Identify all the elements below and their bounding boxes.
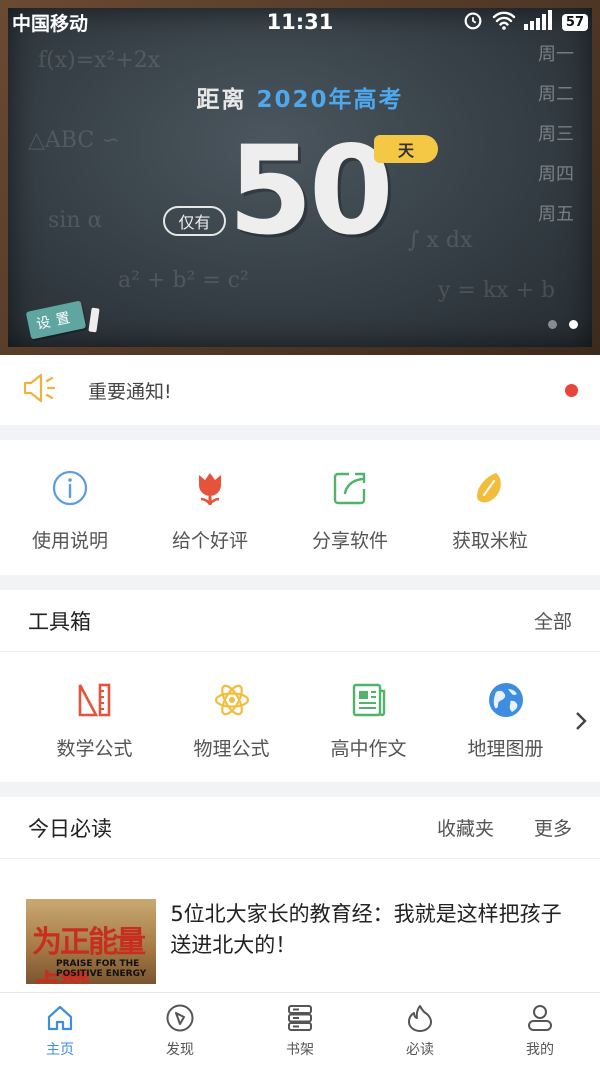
notice-bar[interactable]: 重要通知! <box>0 355 600 425</box>
rice-grain-icon <box>470 468 510 508</box>
tool-essays[interactable]: 高中作文 <box>300 652 437 761</box>
quick-action-rate[interactable]: 给个好评 <box>140 440 280 575</box>
article-item[interactable]: 为正能量点赞 PRAISE FOR THE POSITIVE ENERGY 5位… <box>0 859 600 984</box>
tulip-icon <box>190 468 230 508</box>
toolbox-section: 工具箱 全部 数学公式 物理公式 高中作文 地理图册 <box>0 590 600 782</box>
bookshelf-icon <box>283 1001 317 1035</box>
favorites-link[interactable]: 收藏夹 <box>437 814 494 841</box>
quick-action-label: 分享软件 <box>311 530 388 552</box>
quick-action-share[interactable]: 分享软件 <box>280 440 420 575</box>
quick-action-label: 使用说明 <box>31 530 108 552</box>
bottom-tab-bar: 主页 发现 书架 必读 我的 <box>0 992 600 1067</box>
weekday: 周四 <box>538 164 574 185</box>
tab-profile[interactable]: 我的 <box>480 993 600 1067</box>
daily-read-section: 今日必读 收藏夹 更多 为正能量点赞 PRAISE FOR THE POSITI… <box>0 797 600 992</box>
tool-label: 地理图册 <box>467 738 544 760</box>
tab-label: 书架 <box>286 1042 314 1058</box>
notice-text: 重要通知! <box>88 380 172 403</box>
carousel-dot-active[interactable] <box>569 320 578 329</box>
thumbnail-caption: PRAISE FOR THE POSITIVE ENERGY <box>56 959 147 979</box>
countdown-title: 距离 2020年高考 <box>0 80 600 114</box>
countdown-title-highlight: 2020年高考 <box>256 87 404 113</box>
toolbox-header: 工具箱 全部 <box>0 590 600 652</box>
tool-physics-formulas[interactable]: 物理公式 <box>163 652 300 761</box>
quick-actions: 使用说明 给个好评 分享软件 获取米粒 <box>0 440 600 575</box>
quick-action-instructions[interactable]: 使用说明 <box>0 440 140 575</box>
speaker-icon <box>22 371 58 409</box>
tab-must-read[interactable]: 必读 <box>360 993 480 1067</box>
chevron-right-icon[interactable] <box>574 710 588 738</box>
countdown-title-prefix: 距离 <box>196 87 247 113</box>
flame-icon <box>403 1001 437 1035</box>
tab-home[interactable]: 主页 <box>0 993 120 1067</box>
toolbox-all-link[interactable]: 全部 <box>534 607 572 634</box>
weekday: 周二 <box>538 84 574 105</box>
countdown-banner[interactable]: f(x)=x²+2x △ABC ∽ sin α ∫ x dx y = kx + … <box>0 0 600 355</box>
daily-read-header: 今日必读 收藏夹 更多 <box>0 797 600 859</box>
section-title: 工具箱 <box>28 609 91 634</box>
only-label: 仅有 <box>163 206 226 236</box>
tab-bookshelf[interactable]: 书架 <box>240 993 360 1067</box>
home-icon <box>43 1001 77 1035</box>
days-remaining: 50 <box>228 120 394 262</box>
tool-label: 物理公式 <box>193 738 270 760</box>
globe-icon <box>486 680 526 720</box>
quick-action-label: 获取米粒 <box>451 530 528 552</box>
weekday: 周五 <box>538 204 574 225</box>
quick-action-rice[interactable]: 获取米粒 <box>420 440 560 575</box>
more-link[interactable]: 更多 <box>534 814 572 841</box>
tab-label: 我的 <box>526 1042 554 1058</box>
carousel-dot[interactable] <box>548 320 557 329</box>
share-icon <box>330 468 370 508</box>
tab-label: 发现 <box>166 1042 194 1058</box>
tool-label: 高中作文 <box>330 738 407 760</box>
tab-label: 主页 <box>46 1042 74 1058</box>
weekday: 周三 <box>538 124 574 145</box>
clock: 11:31 <box>266 10 334 34</box>
tool-geography-atlas[interactable]: 地理图册 <box>437 652 574 761</box>
status-bar: 中国移动 11:31 57 <box>0 0 600 44</box>
tool-label: 数学公式 <box>56 738 133 760</box>
tab-label: 必读 <box>406 1042 434 1058</box>
info-icon <box>50 468 90 508</box>
user-icon <box>523 1001 557 1035</box>
chalk-icon <box>88 307 100 333</box>
settings-label: 设置 <box>25 300 87 340</box>
atom-icon <box>212 680 252 720</box>
tool-math-formulas[interactable]: 数学公式 <box>26 652 163 761</box>
tool-list: 数学公式 物理公式 高中作文 地理图册 <box>0 652 600 761</box>
compass-icon <box>163 1001 197 1035</box>
weekday-list: 周一 周二 周三 周四 周五 <box>538 40 578 226</box>
ruler-icon <box>75 680 115 720</box>
section-title: 今日必读 <box>28 816 112 841</box>
article-title: 5位北大家长的教育经：我就是这样把孩子送进北大的！ <box>170 902 562 957</box>
day-unit-tag: 天 <box>374 135 438 163</box>
tab-discover[interactable]: 发现 <box>120 993 240 1067</box>
article-thumbnail: 为正能量点赞 PRAISE FOR THE POSITIVE ENERGY <box>26 899 157 984</box>
unread-dot <box>565 383 578 397</box>
settings-button[interactable]: 设置 <box>25 300 100 340</box>
quick-action-label: 给个好评 <box>171 530 248 552</box>
newspaper-icon <box>349 680 389 720</box>
carousel-indicator <box>548 320 578 329</box>
